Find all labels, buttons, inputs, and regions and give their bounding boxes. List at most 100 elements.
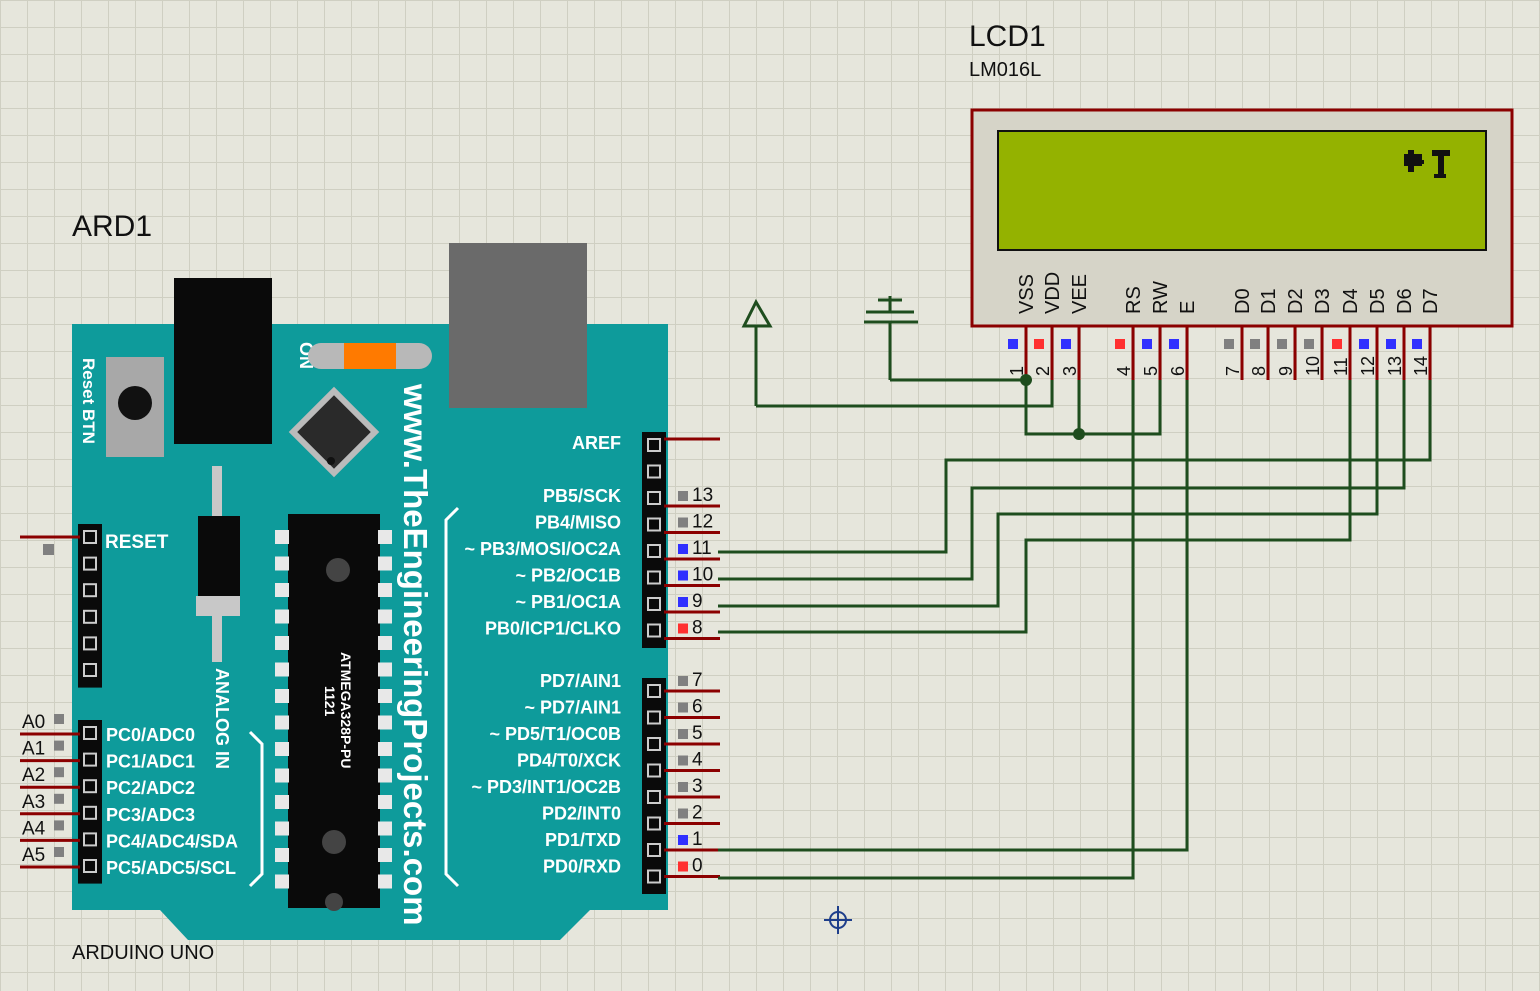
dip-pin xyxy=(275,742,289,756)
digital-pin-number: 0 xyxy=(692,856,703,877)
digital-pin-label: ~ PB2/OC1B xyxy=(515,566,621,586)
lcd-lm016l[interactable]: LCD1 LM016L 1VSS2VDD3VEE4RS5RW6E7D08D19D… xyxy=(969,20,1514,380)
lcd-pin-number: 6 xyxy=(1168,366,1188,376)
analog-pin-label: PC5/ADC5/SCL xyxy=(106,858,236,878)
ground-terminal[interactable] xyxy=(864,296,918,380)
dip-pin xyxy=(275,874,289,889)
digital-pin-label: PD1/TXD xyxy=(545,830,621,850)
usb-connector xyxy=(449,243,587,408)
dip-pin xyxy=(275,556,289,571)
pin-state-indicator xyxy=(54,847,64,857)
reset-header xyxy=(78,524,102,688)
digital-pin-label: PB4/MISO xyxy=(535,513,621,533)
pin-state-indicator xyxy=(678,623,688,634)
reset-pin-label: RESET xyxy=(105,532,169,553)
crystal-lead-top xyxy=(212,466,222,524)
dip-pin xyxy=(378,848,392,862)
pin-state-indicator xyxy=(54,820,64,831)
lcd-pin-name: D7 xyxy=(1420,288,1442,314)
pin-state-indicator xyxy=(1359,339,1369,349)
power-terminal[interactable] xyxy=(741,298,773,406)
digital-pin-number: 13 xyxy=(692,485,713,506)
pin-state-indicator xyxy=(678,729,688,739)
digital-pin-label: ~ PD7/AIN1 xyxy=(524,698,621,718)
pin-state-indicator xyxy=(54,714,64,724)
pin-state-indicator xyxy=(54,767,64,778)
pin-state-indicator xyxy=(678,570,688,581)
arduino-uno[interactable]: ARD1 ARDUINO UNO Reset BTN ON ANALOG IN xyxy=(20,210,720,964)
digital-header-top xyxy=(642,432,666,648)
wires[interactable] xyxy=(718,378,1432,880)
dip-pin xyxy=(275,636,289,650)
dip-pin xyxy=(275,715,289,730)
pin-state-indicator xyxy=(1386,339,1396,349)
lcd-pin-number: 9 xyxy=(1276,366,1296,376)
analog-pin-label: PC1/ADC1 xyxy=(106,752,195,772)
lcd-pin-name: VEE xyxy=(1069,274,1091,314)
dip-pin xyxy=(275,848,289,862)
digital-pin-label: AREF xyxy=(572,433,621,453)
pin-state-indicator xyxy=(1115,339,1125,349)
pin-state-indicator xyxy=(1277,339,1287,349)
lcd-ref-label: LCD1 xyxy=(969,20,1046,53)
digital-pin-number: 2 xyxy=(692,803,703,824)
lcd-pin-name: VDD xyxy=(1042,272,1064,314)
lcd-pin-name: VSS xyxy=(1016,274,1038,314)
digital-pin-number: 4 xyxy=(692,750,703,771)
lcd-pin-name: D4 xyxy=(1340,288,1362,314)
lcd-pin-number: 2 xyxy=(1033,366,1053,376)
dip-pin xyxy=(378,795,392,809)
digital-pin-number: 9 xyxy=(692,591,703,612)
digital-pin-label: ~ PD5/T1/OC0B xyxy=(489,724,621,744)
analog-in-label: ANALOG IN xyxy=(212,668,232,769)
analog-pin-number: A0 xyxy=(22,712,45,733)
pin-state-indicator xyxy=(1008,339,1018,349)
dip-pin xyxy=(378,556,392,571)
lcd-pin-name: D6 xyxy=(1394,288,1416,314)
lcd-pin-number: 5 xyxy=(1141,366,1161,376)
lcd-pin-number: 8 xyxy=(1249,366,1269,376)
digital-pin-label: PB0/ICP1/CLKO xyxy=(485,619,621,639)
dip-pin xyxy=(275,795,289,809)
dip-pin xyxy=(378,742,392,756)
lcd-pin-name: RS xyxy=(1123,286,1145,314)
digital-pin-number: 6 xyxy=(692,697,703,718)
dip-pin xyxy=(378,636,392,650)
digital-pin-label: PD7/AIN1 xyxy=(540,671,621,691)
analog-pin-number: A2 xyxy=(22,765,45,786)
dip-pin xyxy=(378,768,392,783)
on-led-indicator xyxy=(344,343,396,369)
dip-pin xyxy=(378,662,392,677)
reset-button-cap[interactable] xyxy=(118,386,152,420)
analog-header xyxy=(78,720,102,884)
analog-pin-number: A3 xyxy=(22,792,45,813)
dip-pin xyxy=(378,583,392,597)
digital-pin-label: ~ PB1/OC1A xyxy=(515,592,621,612)
schematic-canvas[interactable]: ARD1 ARDUINO UNO Reset BTN ON ANALOG IN xyxy=(0,0,1540,991)
digital-pin-number: 3 xyxy=(692,776,703,797)
pin-state-indicator xyxy=(678,676,688,686)
dip-pin xyxy=(378,609,392,624)
dip-pin xyxy=(378,821,392,836)
pin-state-indicator xyxy=(678,782,688,792)
dip-pin xyxy=(275,821,289,836)
digital-pin-number: 1 xyxy=(692,829,703,850)
pin-state-indicator xyxy=(1034,339,1044,349)
lcd-pin-number: 14 xyxy=(1411,356,1431,376)
pin-state-indicator xyxy=(678,597,688,607)
arduino-model-label: ARDUINO UNO xyxy=(72,942,214,964)
origin-marker-icon xyxy=(824,906,852,934)
pin-state-indicator xyxy=(678,517,688,528)
digital-pin-label: PD2/INT0 xyxy=(542,804,621,824)
digital-pin-number: 8 xyxy=(692,618,703,639)
pin-state-indicator xyxy=(1250,339,1260,349)
lcd-screen xyxy=(997,130,1487,251)
pin-state-indicator xyxy=(1412,339,1422,349)
lcd-pin-name: D5 xyxy=(1367,288,1389,314)
dip-pin xyxy=(275,530,289,544)
crystal-body xyxy=(198,516,240,598)
atmega-dip-chip: 1121 ATMEGA328P-PU xyxy=(275,514,392,911)
analog-pin-label: PC3/ADC3 xyxy=(106,805,195,825)
analog-pin-label: PC2/ADC2 xyxy=(106,778,195,798)
arduino-ref-label: ARD1 xyxy=(72,210,152,243)
